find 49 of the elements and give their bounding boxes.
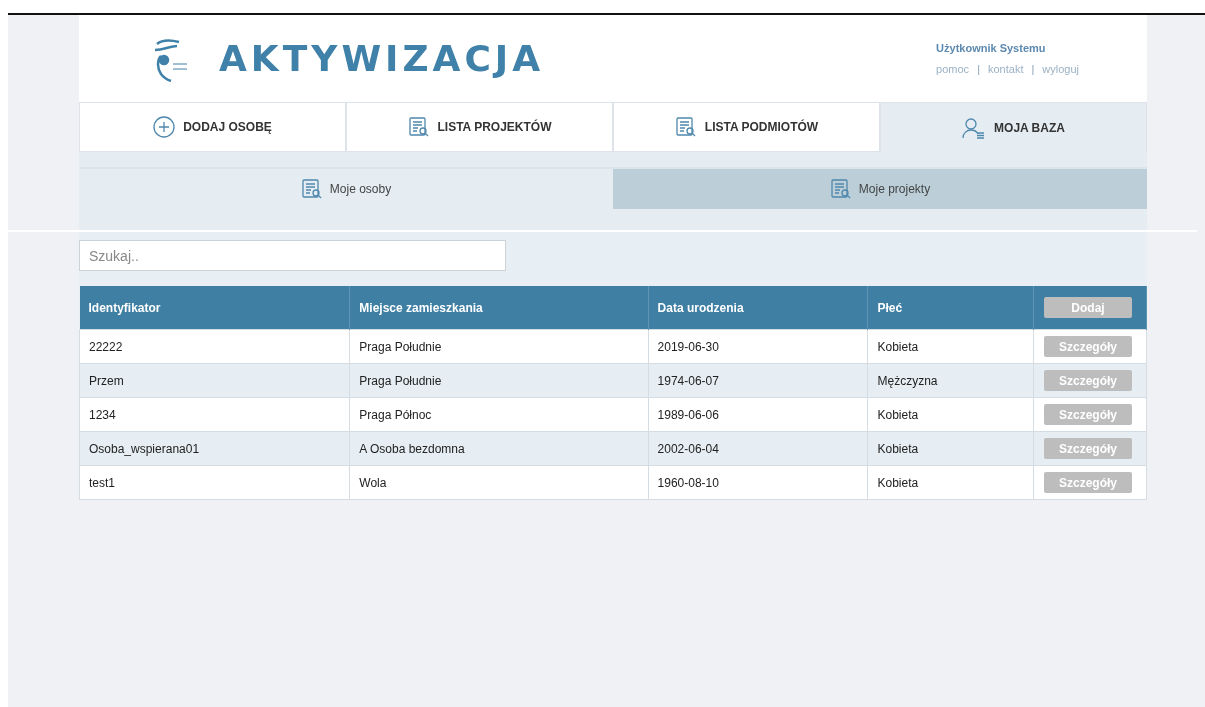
table-cell: Wola	[349, 465, 649, 500]
column-header: Data urodzenia	[648, 286, 868, 330]
plus-circle-icon	[153, 116, 176, 138]
list-search-icon	[674, 116, 697, 138]
table-cell: Przem	[79, 363, 350, 398]
logo-text: AKTYWIZACJA	[219, 38, 545, 79]
table-cell: 1234	[79, 397, 350, 432]
link-separator: |	[1031, 63, 1035, 75]
table-cell: 2002-06-04	[648, 431, 868, 466]
user-icon	[962, 116, 987, 139]
nav-tab[interactable]: LISTA PODMIOTÓW	[613, 102, 880, 152]
link-separator: |	[977, 63, 980, 75]
details-button[interactable]: Szczegóły	[1044, 370, 1132, 391]
nav-tab[interactable]: LISTA PROJEKTÓW	[346, 102, 613, 152]
sub-tab[interactable]: Moje projekty	[613, 169, 1147, 209]
table-cell: Kobieta	[867, 465, 1034, 500]
table-cell: 2019-06-30	[648, 329, 868, 364]
user-name: Użytkownik Systemu	[936, 42, 1046, 54]
header-link[interactable]: wyloguj	[1042, 63, 1079, 75]
table-cell: Kobieta	[867, 431, 1034, 466]
column-header: Płeć	[867, 286, 1034, 330]
add-button[interactable]: Dodaj	[1044, 297, 1132, 318]
list-search-icon	[300, 178, 323, 200]
table-cell: Praga Południe	[349, 329, 649, 364]
search-field[interactable]: Szukaj..	[79, 240, 506, 271]
column-header: Identyfikator	[79, 286, 350, 330]
column-header: Miejsce zamieszkania	[349, 286, 649, 330]
details-button[interactable]: Szczegóły	[1044, 438, 1132, 459]
table-cell: test1	[79, 465, 350, 500]
list-search-icon	[829, 178, 852, 200]
nav-tab[interactable]: MOJA BAZA	[880, 102, 1147, 152]
table-cell: A Osoba bezdomna	[349, 431, 649, 466]
nav-tab[interactable]: DODAJ OSOBĘ	[79, 102, 346, 152]
header-link[interactable]: pomoc	[936, 63, 970, 75]
table-cell: 1974-06-07	[648, 363, 868, 398]
header-link[interactable]: kontakt	[988, 63, 1024, 75]
table-cell: Praga Północ	[349, 397, 649, 432]
list-search-icon	[407, 116, 430, 138]
table-cell: Praga Południe	[349, 363, 649, 398]
table-cell: Mężczyzna	[867, 363, 1034, 398]
table-cell: Kobieta	[867, 397, 1034, 432]
table-cell: 1989-06-06	[648, 397, 868, 432]
details-button[interactable]: Szczegóły	[1044, 404, 1132, 425]
table-cell: 1960-08-10	[648, 465, 868, 500]
details-button[interactable]: Szczegóły	[1044, 472, 1132, 493]
table-cell: Osoba_wspierana01	[79, 431, 350, 466]
details-button[interactable]: Szczegóły	[1044, 336, 1132, 357]
table-cell: Kobieta	[867, 329, 1034, 364]
table-cell: 22222	[79, 329, 350, 364]
